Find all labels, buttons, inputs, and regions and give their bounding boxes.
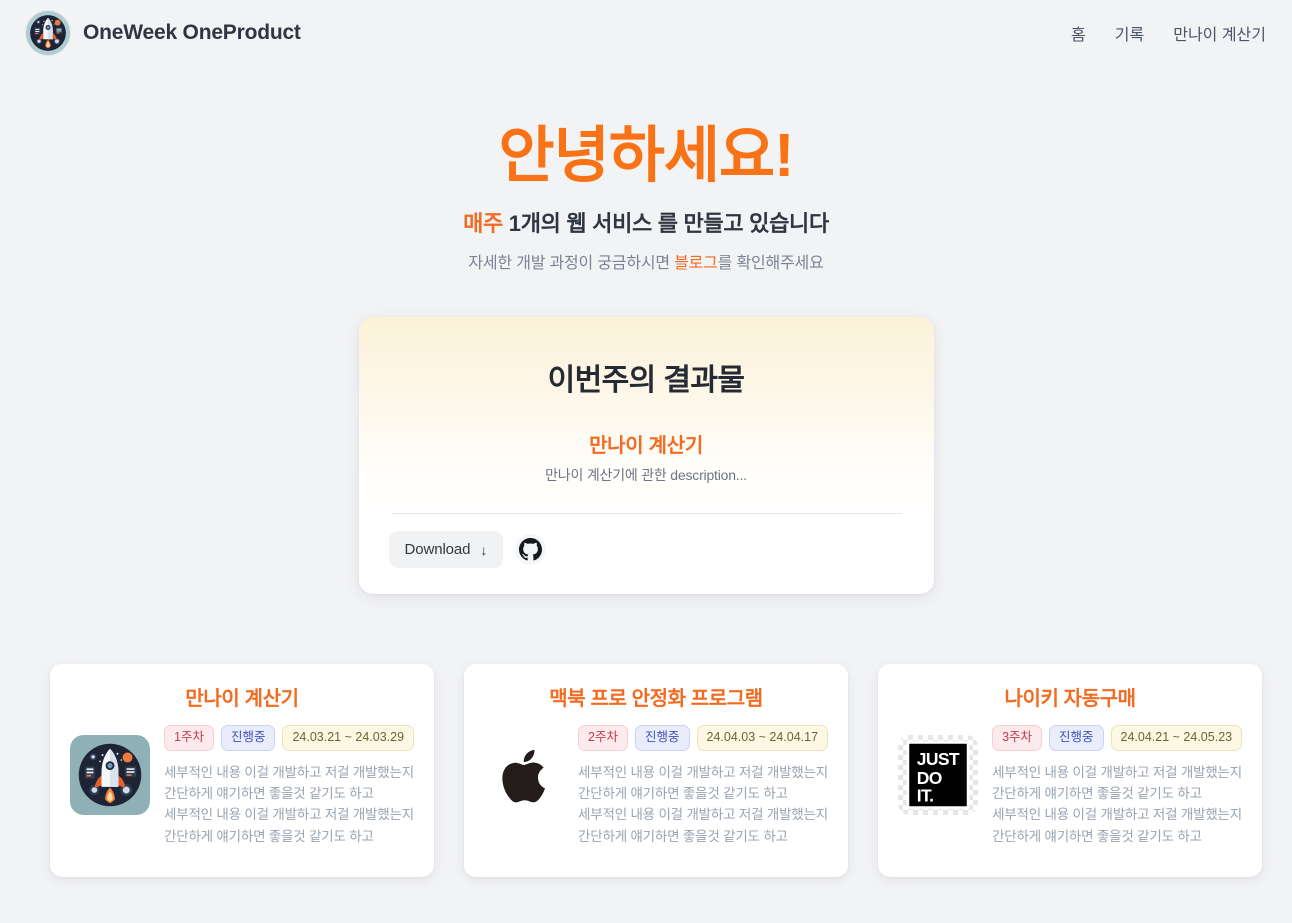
project-main: 3주차 진행중 24.04.21 ~ 24.05.23 세부적인 내용 이걸 개… xyxy=(992,725,1242,847)
project-title: 나이키 자동구매 xyxy=(1004,688,1136,711)
badge-week: 3주차 xyxy=(992,725,1043,751)
badge-week: 1주차 xyxy=(164,725,214,751)
badge-status: 진행중 xyxy=(220,725,276,751)
featured-actions: Download ↓ xyxy=(388,531,904,569)
download-button-label: Download xyxy=(404,541,471,559)
hero-note: 자세한 개발 과정이 궁금하시면 블로그를 확인해주세요 xyxy=(0,249,1292,273)
project-body: 2주차 진행중 24.04.03 ~ 24.04.17 세부적인 내용 이걸 개… xyxy=(484,725,828,847)
hero-section: 안녕하세요! 매주 1개의 웹 서비스 를 만들고 있습니다 자세한 개발 과정… xyxy=(0,66,1292,273)
nav-item-home[interactable]: 홈 xyxy=(1071,21,1086,45)
project-title: 만나이 계산기 xyxy=(185,688,299,711)
blog-link[interactable]: 블로그 xyxy=(674,255,718,272)
site-header: OneWeek OneProduct 홈 기록 만나이 계산기 xyxy=(0,0,1292,66)
hero-note-after: 를 확인해주세요 xyxy=(717,255,824,273)
project-badges: 1주차 진행중 24.03.21 ~ 24.03.29 xyxy=(164,725,415,751)
featured-card: 이번주의 결과물 만나이 계산기 만나이 계산기에 관한 description… xyxy=(358,317,934,595)
github-icon xyxy=(519,538,543,561)
project-description: 세부적인 내용 이걸 개발하고 저걸 개발했는지 간단하게 얘기하면 좋을것 같… xyxy=(992,764,1242,844)
badge-date-range: 24.04.21 ~ 24.05.23 xyxy=(1110,725,1243,751)
rocket-logo-icon xyxy=(26,11,70,55)
project-description: 세부적인 내용 이걸 개발하고 저걸 개발했는지 간단하게 얘기하면 좋을것 같… xyxy=(164,764,414,844)
badge-date-range: 24.03.21 ~ 24.03.29 xyxy=(282,725,415,751)
project-card[interactable]: 맥북 프로 안정화 프로그램 2주차 진행중 24.04.03 ~ 24.04.… xyxy=(464,664,849,878)
badge-date-range: 24.04.03 ~ 24.04.17 xyxy=(696,725,829,751)
nav-item-records[interactable]: 기록 xyxy=(1115,21,1144,45)
hero-title: 안녕하세요! xyxy=(498,121,795,189)
badge-status: 진행중 xyxy=(634,725,690,751)
github-link-button[interactable] xyxy=(515,534,547,566)
nav-item-age-calculator[interactable]: 만나이 계산기 xyxy=(1173,21,1266,45)
brand-title: OneWeek OneProduct xyxy=(83,21,301,44)
projects-grid: 만나이 계산기 1주차 진행중 24.03.21 ~ 24.03.29 세부적인… xyxy=(0,664,1292,878)
featured-section: 이번주의 결과물 만나이 계산기 만나이 계산기에 관한 description… xyxy=(0,317,1292,595)
svg-text:JUST: JUST xyxy=(917,749,960,769)
project-main: 2주차 진행중 24.04.03 ~ 24.04.17 세부적인 내용 이걸 개… xyxy=(578,725,828,847)
hero-subtitle-rest: 1개의 웹 서비스 를 만들고 있습니다 xyxy=(508,211,829,237)
project-badges: 3주차 진행중 24.04.21 ~ 24.05.23 xyxy=(992,725,1243,751)
project-main: 1주차 진행중 24.03.21 ~ 24.03.29 세부적인 내용 이걸 개… xyxy=(164,725,414,847)
project-badges: 2주차 진행중 24.04.03 ~ 24.04.17 xyxy=(578,725,829,751)
featured-divider xyxy=(390,513,902,515)
project-body: 1주차 진행중 24.03.21 ~ 24.03.29 세부적인 내용 이걸 개… xyxy=(70,725,414,847)
project-card[interactable]: 만나이 계산기 1주차 진행중 24.03.21 ~ 24.03.29 세부적인… xyxy=(50,664,435,878)
download-button[interactable]: Download ↓ xyxy=(388,531,504,569)
svg-text:IT.: IT. xyxy=(917,785,934,805)
project-description: 세부적인 내용 이걸 개발하고 저걸 개발했는지 간단하게 얘기하면 좋을것 같… xyxy=(578,764,828,844)
main-navigation: 홈 기록 만나이 계산기 xyxy=(1071,21,1266,45)
featured-product-name: 만나이 계산기 xyxy=(589,435,703,458)
hero-note-before: 자세한 개발 과정이 궁금하시면 xyxy=(468,255,675,273)
badge-week: 2주차 xyxy=(578,725,628,751)
project-title: 맥북 프로 안정화 프로그램 xyxy=(549,688,763,711)
download-arrow-icon: ↓ xyxy=(480,541,488,558)
brand-link[interactable]: OneWeek OneProduct xyxy=(26,11,301,55)
project-card[interactable]: 나이키 자동구매 JUST DO IT. 3주차 진행중 24.04.21 ~ … xyxy=(878,664,1263,878)
hero-subtitle-accent: 매주 xyxy=(463,211,503,237)
project-body: JUST DO IT. 3주차 진행중 24.04.21 ~ 24.05.23 … xyxy=(898,725,1242,847)
badge-status: 진행중 xyxy=(1049,725,1104,751)
featured-description: 만나이 계산기에 관한 description... xyxy=(545,467,747,484)
rocket-thumbnail-icon xyxy=(70,735,150,816)
featured-heading: 이번주의 결과물 xyxy=(547,364,745,398)
just-do-it-logo-icon: JUST DO IT. xyxy=(898,735,979,816)
hero-subtitle: 매주 1개의 웹 서비스 를 만들고 있습니다 xyxy=(0,206,1292,238)
apple-logo-icon xyxy=(484,735,565,816)
